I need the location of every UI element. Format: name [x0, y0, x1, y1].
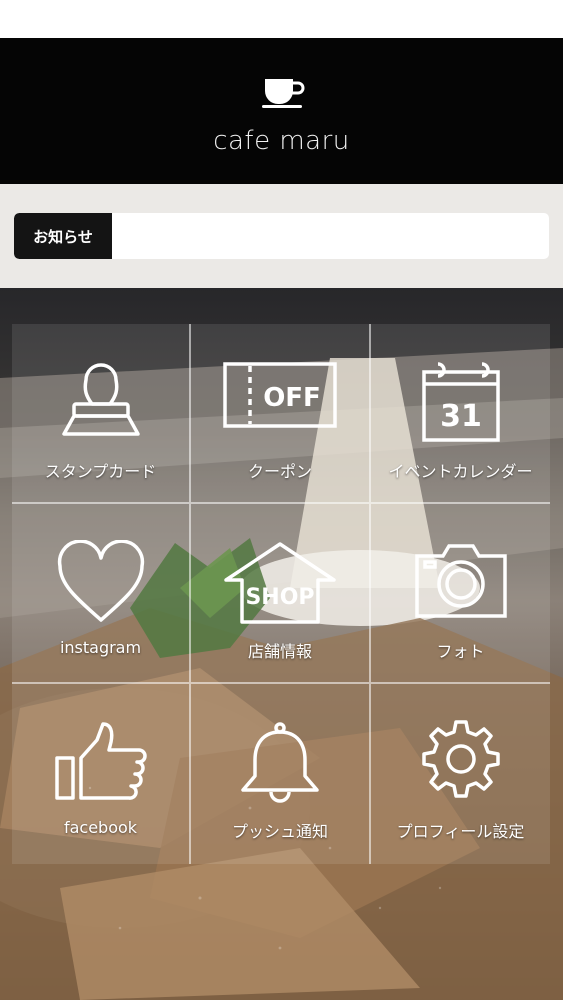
- menu-push-notification[interactable]: プッシュ通知: [191, 684, 371, 864]
- news-section: お知らせ: [0, 184, 563, 288]
- menu-label-push-notification: プッシュ通知: [231, 822, 328, 841]
- news-label: お知らせ: [14, 213, 112, 259]
- menu-facebook[interactable]: facebook: [12, 684, 191, 864]
- menu-photo[interactable]: フォト: [371, 504, 550, 684]
- menu-instagram[interactable]: instagram: [12, 504, 191, 684]
- menu-label-stamp-card: スタンプカード: [44, 462, 157, 481]
- status-area: [0, 0, 563, 38]
- stamp-icon: [61, 363, 140, 436]
- calendar-icon-text: 31: [440, 399, 482, 434]
- shop-icon: SHOP: [224, 542, 336, 624]
- thumbs-up-icon: [54, 722, 147, 800]
- menu-label-coupon: クーポン: [247, 462, 312, 481]
- menu-label-facebook: facebook: [63, 818, 138, 837]
- news-ticker-text[interactable]: [124, 213, 539, 259]
- menu-label-photo: フォト: [436, 642, 485, 661]
- menu-label-profile-settings: プロフィール設定: [396, 822, 525, 841]
- gear-icon: [421, 720, 500, 798]
- menu-label-event-calendar: イベントカレンダー: [388, 462, 533, 481]
- bell-icon: [241, 722, 319, 803]
- coffee-cup-icon: [262, 79, 305, 108]
- calendar-icon: 31: [421, 362, 500, 442]
- news-bar[interactable]: お知らせ: [14, 213, 549, 259]
- menu-event-calendar[interactable]: 31 イベントカレンダー: [371, 324, 550, 504]
- coupon-icon-text: OFF: [263, 383, 321, 413]
- menu-coupon[interactable]: OFF クーポン: [191, 324, 371, 504]
- heart-icon: [57, 540, 144, 622]
- background-photo: スタンプカード OFF クーポン 31 イベントカレンダー instagram …: [0, 288, 563, 1000]
- coupon-icon: OFF: [223, 362, 337, 428]
- menu-shop-info[interactable]: SHOP 店舗情報: [191, 504, 371, 684]
- menu-label-instagram: instagram: [59, 638, 142, 657]
- menu-profile-settings[interactable]: プロフィール設定: [371, 684, 550, 864]
- menu-grid: スタンプカード OFF クーポン 31 イベントカレンダー instagram …: [12, 324, 550, 864]
- menu-stamp-card[interactable]: スタンプカード: [12, 324, 191, 504]
- app-header: cafe maru: [0, 38, 563, 184]
- menu-label-shop-info: 店舗情報: [247, 642, 312, 661]
- camera-icon: [414, 544, 507, 618]
- shop-icon-text: SHOP: [245, 585, 314, 610]
- app-title: cafe maru: [213, 126, 350, 156]
